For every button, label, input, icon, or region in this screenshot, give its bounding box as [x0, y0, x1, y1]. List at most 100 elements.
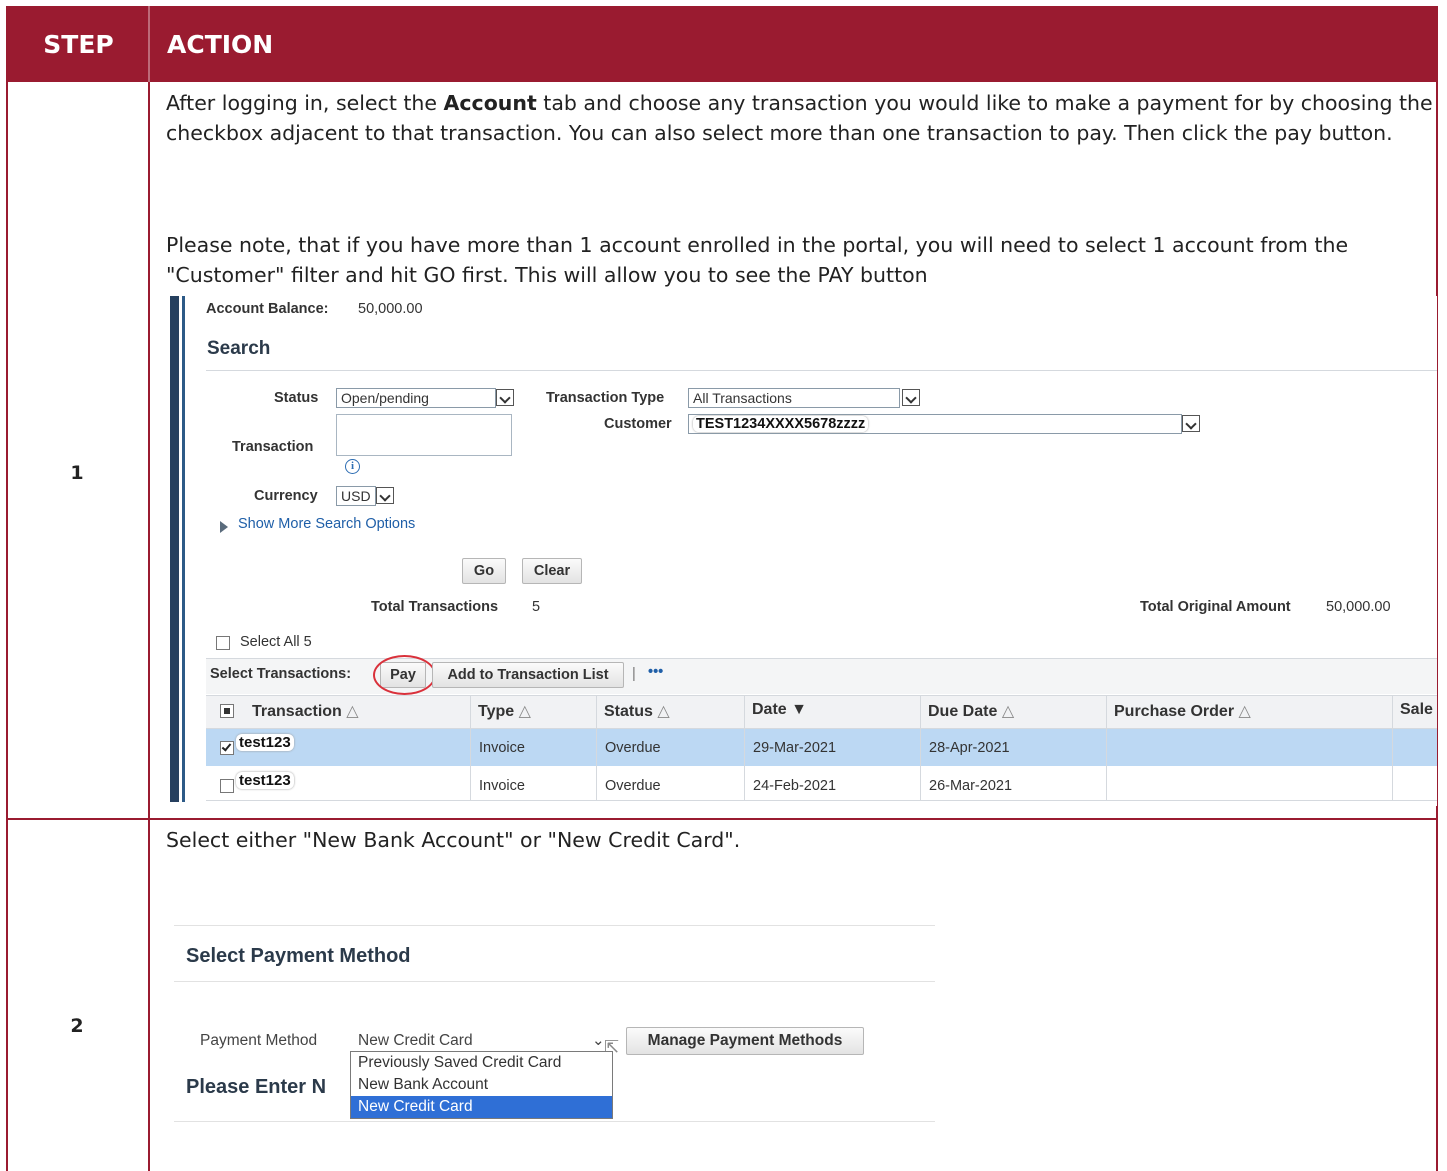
search-title: Search — [207, 338, 271, 359]
search-divider — [206, 370, 1437, 371]
clear-button[interactable]: Clear — [522, 558, 582, 584]
sort-ascending-icon: △ — [346, 703, 359, 720]
checkmark-icon — [221, 741, 232, 752]
status-label: Status — [274, 390, 319, 406]
payment-method-label: Payment Method — [200, 1032, 318, 1049]
payment-method-select[interactable]: New Credit Card — [358, 1032, 473, 1050]
sort-descending-icon: ▼ — [791, 701, 807, 718]
pay-button-highlight — [373, 655, 436, 695]
column-separator — [920, 695, 921, 801]
info-icon[interactable]: i — [345, 459, 360, 474]
customer-label: Customer — [604, 416, 672, 432]
table-border-left — [6, 82, 8, 1171]
transaction-input[interactable] — [336, 414, 512, 456]
transaction-type-label: Transaction Type — [546, 390, 665, 406]
transaction-number[interactable]: test123 — [236, 734, 294, 751]
transaction-date: 29-Mar-2021 — [753, 740, 837, 756]
left-accent-bar — [170, 296, 179, 802]
select-all-checkbox[interactable] — [216, 636, 230, 650]
sort-ascending-icon: △ — [518, 703, 531, 720]
bottom-divider — [174, 1121, 935, 1122]
column-separator — [1392, 695, 1393, 801]
account-balance-value: 50,000.00 — [358, 301, 423, 317]
instruction-table: STEP ACTION 1 2 After logging in, select… — [0, 0, 1447, 1171]
column-header-transaction[interactable]: Transaction △ — [252, 701, 359, 721]
column-header-sale[interactable]: Sale — [1400, 701, 1433, 719]
transaction-number[interactable]: test123 — [236, 772, 294, 789]
row-checkbox[interactable] — [220, 779, 234, 793]
step-2-instructions: Select either "New Bank Account" or "New… — [166, 828, 741, 852]
account-balance-label: Account Balance: — [206, 301, 329, 317]
total-transactions-value: 5 — [532, 599, 541, 615]
go-button[interactable]: Go — [462, 558, 506, 584]
payment-method-dropdown-list[interactable]: Previously Saved Credit Card New Bank Ac… — [350, 1051, 613, 1119]
select-payment-method-title: Select Payment Method — [186, 945, 411, 967]
step-number-2: 2 — [70, 1015, 84, 1037]
top-divider — [174, 925, 935, 926]
sort-ascending-icon: △ — [1238, 703, 1251, 720]
step-1-instructions: After logging in, select the Account tab… — [166, 91, 1433, 145]
add-to-transaction-list-button[interactable]: Add to Transaction List — [432, 662, 624, 688]
please-enter-heading: Please Enter N — [186, 1076, 327, 1098]
sort-ascending-icon: △ — [1001, 703, 1015, 720]
column-header-date[interactable]: Date ▼ — [752, 701, 807, 719]
select-transactions-label: Select Transactions: — [210, 666, 352, 682]
step-1-note: Please note, that if you have more than … — [166, 233, 1349, 287]
column-header-due-date[interactable]: Due Date △ — [928, 701, 1014, 721]
currency-label: Currency — [254, 488, 318, 504]
option-new-credit-card[interactable]: New Credit Card — [351, 1096, 612, 1118]
row-divider — [6, 818, 1438, 820]
transaction-due-date: 26-Mar-2021 — [929, 778, 1013, 794]
column-separator — [596, 695, 597, 801]
total-original-amount-value: 50,000.00 — [1326, 599, 1391, 615]
header-divider — [148, 6, 150, 82]
option-new-bank-account[interactable]: New Bank Account — [351, 1074, 612, 1096]
option-previously-saved-credit-card[interactable]: Previously Saved Credit Card — [351, 1052, 612, 1074]
status-dropdown-icon[interactable] — [496, 389, 514, 406]
transaction-label: Transaction — [232, 439, 314, 455]
left-accent-bar-inner — [182, 296, 185, 802]
customer-select[interactable]: TEST1234XXXX5678zzzz — [688, 414, 1182, 434]
title-divider — [174, 981, 935, 982]
customer-dropdown-icon[interactable] — [1182, 415, 1200, 432]
transaction-type-select[interactable]: All Transactions — [688, 388, 900, 408]
table-border-middle — [148, 82, 150, 1171]
toolbar-separator: | — [632, 666, 636, 682]
total-transactions-label: Total Transactions — [371, 599, 499, 615]
total-original-amount-label: Total Original Amount — [1140, 599, 1291, 615]
column-header-purchase-order[interactable]: Purchase Order △ — [1114, 701, 1251, 721]
column-separator — [1106, 695, 1107, 801]
action-column-header: ACTION — [167, 29, 274, 59]
account-tab-name: Account — [443, 91, 537, 115]
table-header: STEP ACTION — [6, 6, 1438, 82]
step-number-1: 1 — [70, 462, 84, 484]
transaction-type: Invoice — [479, 778, 525, 794]
transaction-status: Overdue — [605, 778, 661, 794]
select-all-label: Select All 5 — [240, 634, 312, 650]
payment-method-screenshot: Select Payment Method Payment Method New… — [174, 925, 935, 1135]
column-header-status[interactable]: Status △ — [604, 701, 670, 721]
transaction-due-date: 28-Apr-2021 — [929, 740, 1010, 756]
column-separator — [470, 695, 471, 801]
chevron-down-icon[interactable]: ⌄ — [592, 1031, 605, 1049]
customer-value: TEST1234XXXX5678zzzz — [693, 416, 869, 432]
header-select-checkbox[interactable] — [220, 704, 234, 718]
show-more-search-options-link[interactable]: Show More Search Options — [238, 516, 415, 532]
manage-payment-methods-button[interactable]: Manage Payment Methods — [626, 1027, 864, 1055]
transaction-type: Invoice — [479, 740, 525, 756]
more-actions-icon[interactable]: ••• — [648, 664, 663, 680]
transaction-date: 24-Feb-2021 — [753, 778, 837, 794]
sort-ascending-icon: △ — [657, 703, 670, 720]
transactions-table-header — [206, 695, 1437, 729]
column-separator — [744, 695, 745, 801]
transaction-type-dropdown-icon[interactable] — [902, 389, 920, 406]
account-screenshot: Account Balance: 50,000.00 Search Status… — [170, 296, 1437, 806]
expand-triangle-icon[interactable] — [220, 521, 228, 533]
status-select[interactable]: Open/pending — [336, 388, 496, 408]
transaction-status: Overdue — [605, 740, 661, 756]
step-column-header: STEP — [43, 29, 114, 59]
column-header-type[interactable]: Type △ — [478, 701, 531, 721]
currency-dropdown-icon[interactable] — [376, 487, 394, 504]
row-checkbox[interactable] — [220, 741, 234, 755]
currency-select[interactable]: USD — [336, 486, 376, 506]
